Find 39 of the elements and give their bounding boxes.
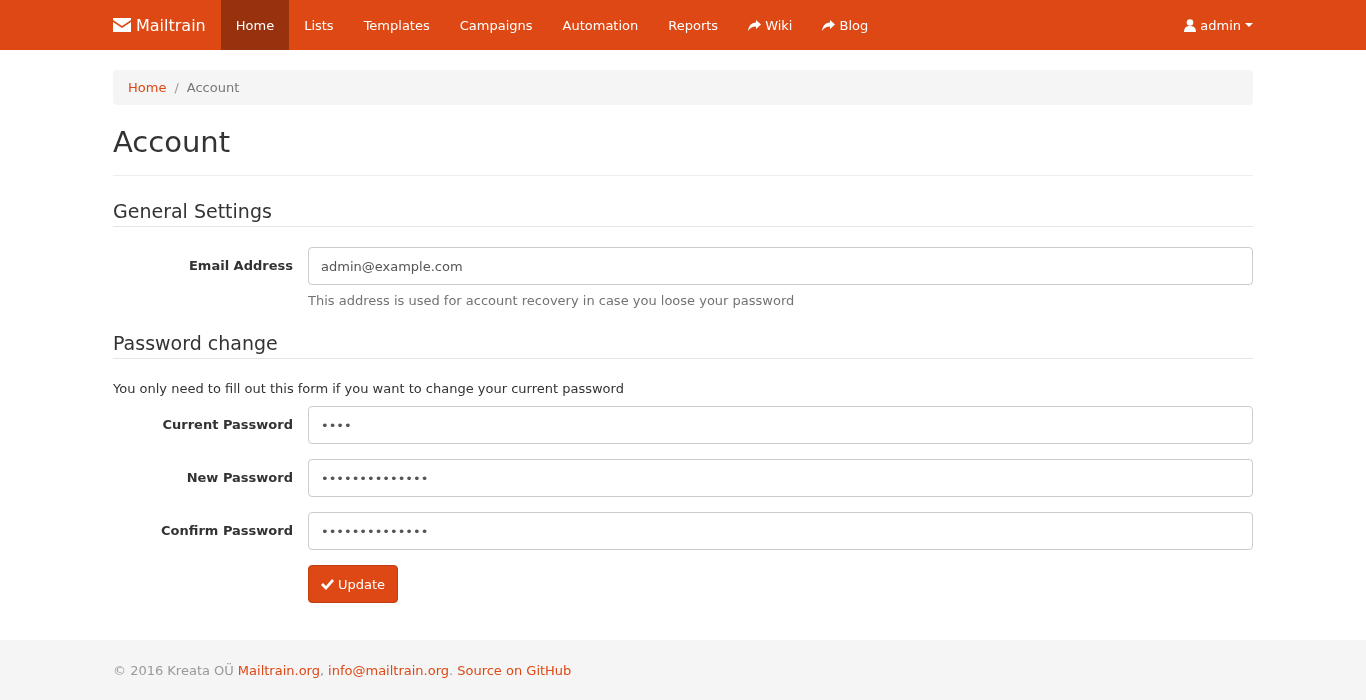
- breadcrumb-link[interactable]: Home: [128, 80, 167, 95]
- share-arrow-icon: [822, 19, 836, 31]
- field-label: New Password: [185, 469, 293, 485]
- breadcrumb-separator: /: [174, 80, 179, 95]
- brand-logo[interactable]: Mailtrain: [113, 0, 221, 50]
- page-title: Account: [113, 125, 1253, 176]
- field-label: Confirm Password: [160, 522, 293, 538]
- update-button[interactable]: Update: [308, 565, 399, 603]
- user-icon: [1184, 18, 1197, 32]
- footer-link[interactable]: Mailtrain.org: [237, 662, 320, 678]
- nav-link[interactable]: Home: [220, 0, 290, 50]
- input-field[interactable]: ••••: [308, 406, 1253, 444]
- punctuation: .: [449, 662, 454, 678]
- section-intro: You only need to fill out this form if you want to change your current password: [113, 381, 625, 396]
- help-text: This address is used for account recovery in case you loose your password: [308, 293, 796, 308]
- nav-link[interactable]: Campaigns: [444, 0, 548, 50]
- field-label: Current Password: [161, 416, 293, 432]
- input-field[interactable]: ••••••••••••••: [308, 459, 1253, 497]
- footer-link[interactable]: Source on GitHub: [457, 662, 572, 678]
- caret-icon: [1245, 23, 1253, 27]
- footer-link[interactable]: info@mailtrain.org: [328, 662, 450, 678]
- punctuation: ,: [319, 662, 325, 678]
- section-heading: General Settings: [113, 200, 1253, 227]
- nav-link[interactable]: Blog: [807, 0, 884, 50]
- nav-link[interactable]: Lists: [289, 0, 349, 50]
- field-label: Email Address: [188, 257, 293, 273]
- input-field[interactable]: admin@example.com: [308, 247, 1253, 285]
- user-menu[interactable]: admin: [1184, 0, 1253, 50]
- share-arrow-icon: [748, 19, 762, 31]
- nav-link[interactable]: Templates: [348, 0, 445, 50]
- section-heading: Password change: [113, 332, 1253, 359]
- nav-link[interactable]: Automation: [547, 0, 654, 50]
- copyright-text: © 2016 Kreata OÜ: [113, 662, 234, 678]
- breadcrumb-current: Account: [186, 80, 240, 95]
- nav-link[interactable]: Wiki: [733, 0, 808, 50]
- envelope-icon: [113, 18, 131, 32]
- checkmark-icon: [321, 578, 334, 590]
- nav-link[interactable]: Reports: [653, 0, 734, 50]
- input-field[interactable]: ••••••••••••••: [308, 512, 1253, 550]
